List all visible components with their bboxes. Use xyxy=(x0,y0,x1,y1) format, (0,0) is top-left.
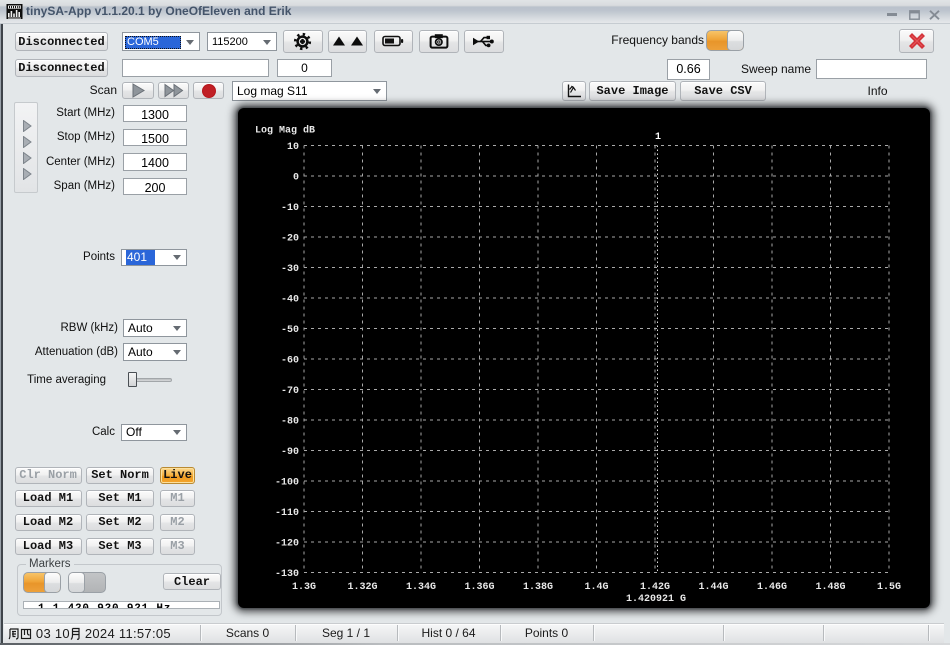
svg-text:1.3G: 1.3G xyxy=(292,582,316,593)
svg-text:1.44G: 1.44G xyxy=(698,582,728,593)
svg-text:1: 1 xyxy=(655,132,661,143)
svg-text:1.420921 G: 1.420921 G xyxy=(626,594,686,605)
svg-text:-120: -120 xyxy=(275,539,299,550)
svg-text:Log Mag dB: Log Mag dB xyxy=(255,125,315,137)
svg-text:1.48G: 1.48G xyxy=(815,582,845,593)
svg-text:-100: -100 xyxy=(275,478,299,489)
svg-text:-50: -50 xyxy=(281,325,299,336)
svg-text:1.5G: 1.5G xyxy=(877,582,901,593)
svg-text:1.38G: 1.38G xyxy=(523,582,553,593)
svg-text:-40: -40 xyxy=(281,295,299,306)
svg-text:1.4G: 1.4G xyxy=(584,582,608,593)
svg-text:-70: -70 xyxy=(281,386,299,397)
svg-text:1.46G: 1.46G xyxy=(757,582,787,593)
svg-text:1.34G: 1.34G xyxy=(406,582,436,593)
svg-text:1.36G: 1.36G xyxy=(464,582,494,593)
svg-text:-80: -80 xyxy=(281,417,299,428)
svg-text:-130: -130 xyxy=(275,569,299,580)
svg-text:0: 0 xyxy=(293,173,299,184)
svg-text:-10: -10 xyxy=(281,203,299,214)
svg-text:-60: -60 xyxy=(281,356,299,367)
svg-text:-90: -90 xyxy=(281,447,299,458)
svg-text:1.42G: 1.42G xyxy=(640,582,670,593)
svg-text:-110: -110 xyxy=(275,508,299,519)
svg-text:-20: -20 xyxy=(281,234,299,245)
svg-text:-30: -30 xyxy=(281,264,299,275)
svg-text:1.32G: 1.32G xyxy=(347,582,377,593)
svg-text:10: 10 xyxy=(287,142,299,153)
